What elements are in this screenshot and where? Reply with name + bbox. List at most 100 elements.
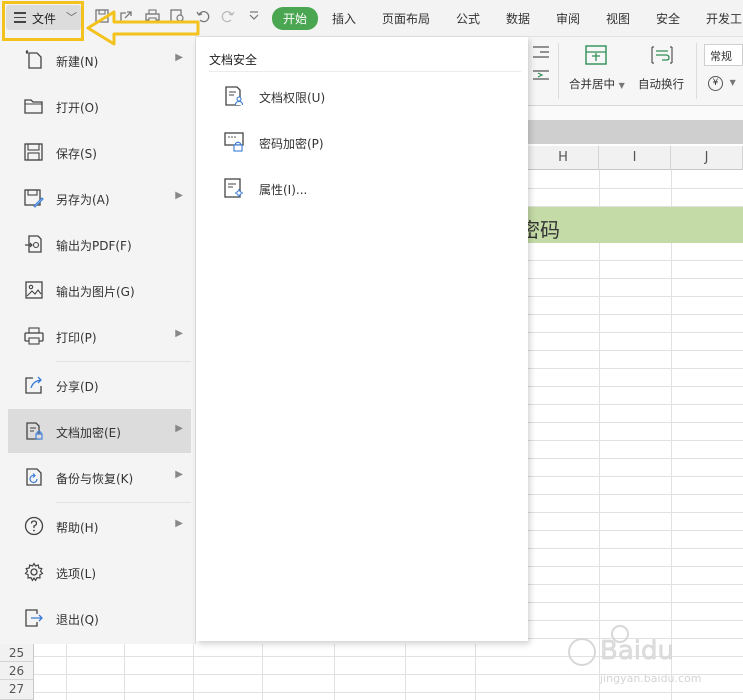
- menu-item-export-pdf[interactable]: 输出为PDF(F): [8, 222, 191, 266]
- printer-icon: [24, 326, 44, 346]
- align-icon[interactable]: [532, 45, 550, 62]
- grid-column-line: [262, 644, 263, 700]
- save-as-icon: [24, 188, 44, 208]
- grid-row-line: [528, 602, 743, 603]
- grid-column-line: [124, 644, 125, 700]
- tab-developer[interactable]: 开发工: [706, 10, 742, 27]
- currency-icon: ¥: [708, 76, 723, 91]
- grid-row-line: [528, 548, 743, 549]
- backup-icon: [24, 467, 44, 487]
- currency-button[interactable]: ¥ ▼: [708, 74, 736, 91]
- submenu-item-label: 密码加密(P): [259, 137, 324, 151]
- pdf-export-icon: [24, 234, 44, 254]
- grid-column-line: [475, 644, 476, 700]
- grid-row-line: [528, 530, 743, 531]
- menu-item-open[interactable]: 打开(O): [8, 84, 191, 128]
- grid-row-line: [528, 188, 743, 189]
- ribbon-separator: [696, 43, 697, 99]
- grid-row-line: [528, 386, 743, 387]
- grid-row-line: [528, 278, 743, 279]
- highlighted-row[interactable]: [528, 207, 743, 243]
- column-header-j[interactable]: J: [671, 146, 743, 170]
- file-menu-panel: 新建(N) ▶ 打开(O) 保存(S) 另存为(A) ▶ 输出为PDF(F) 输…: [0, 36, 196, 644]
- grid-row-line: [528, 332, 743, 333]
- hamburger-icon: [14, 12, 26, 23]
- menu-item-label: 输出为图片(G): [56, 285, 135, 299]
- wrap-text-button[interactable]: 自动换行: [638, 76, 684, 92]
- row-header-27[interactable]: 27: [0, 680, 34, 700]
- customize-quick-access-icon[interactable]: [246, 9, 262, 25]
- file-menu-label: 文件: [32, 12, 57, 26]
- svg-text:jingyan.baidu.com: jingyan.baidu.com: [599, 672, 702, 685]
- share-icon: [24, 375, 44, 395]
- menu-item-label: 输出为PDF(F): [56, 239, 132, 253]
- grid-row-line: [34, 692, 743, 693]
- image-export-icon: [24, 280, 44, 300]
- grid-column-line: [405, 644, 406, 700]
- number-format-select[interactable]: 常规: [704, 44, 743, 66]
- menu-item-options[interactable]: 选项(L): [8, 550, 191, 594]
- tab-insert[interactable]: 插入: [332, 10, 356, 27]
- sheet-header-strip: [528, 120, 743, 144]
- menu-item-export-image[interactable]: 输出为图片(G): [8, 268, 191, 312]
- column-header-h[interactable]: H: [528, 146, 599, 170]
- submenu-item-password-encryption[interactable]: 密码加密(P): [220, 126, 510, 160]
- svg-text:Baidu: Baidu: [600, 636, 674, 666]
- tab-security[interactable]: 安全: [656, 10, 680, 27]
- menu-item-document-encryption[interactable]: 文档加密(E) ▶: [8, 409, 191, 453]
- chevron-right-icon: ▶: [175, 469, 183, 480]
- file-menu-button[interactable]: 文件 ﹀: [6, 5, 81, 30]
- tab-data[interactable]: 数据: [506, 10, 530, 27]
- submenu-item-document-permission[interactable]: 文档权限(U): [220, 80, 510, 114]
- formula-bar[interactable]: [528, 106, 743, 121]
- submenu-item-label: 属性(I)...: [259, 183, 308, 197]
- document-security-submenu: 文档安全 文档权限(U) 密码加密(P) 属性(I)...: [196, 37, 528, 641]
- save-icon: [24, 142, 44, 162]
- menu-item-print[interactable]: 打印(P) ▶: [8, 314, 191, 358]
- menu-item-exit[interactable]: 退出(Q): [8, 596, 191, 640]
- password-lock-icon: [223, 131, 245, 153]
- wrap-text-icon[interactable]: [650, 45, 674, 68]
- submenu-divider: [209, 71, 521, 72]
- row-header-25[interactable]: 25: [0, 644, 34, 662]
- indent-icon[interactable]: [532, 69, 550, 84]
- merge-center-label: 合并居中: [569, 77, 615, 91]
- menu-item-save-as[interactable]: 另存为(A) ▶: [8, 176, 191, 220]
- grid-row-line: [528, 260, 743, 261]
- submenu-item-label: 文档权限(U): [259, 91, 326, 105]
- menu-item-label: 打开(O): [56, 101, 99, 115]
- menu-item-label: 文档加密(E): [56, 426, 121, 440]
- row-header-26[interactable]: 26: [0, 662, 34, 680]
- tab-review[interactable]: 审阅: [556, 10, 580, 27]
- menu-item-label: 帮助(H): [56, 521, 99, 535]
- tab-page-layout[interactable]: 页面布局: [382, 10, 430, 27]
- chevron-down-icon: ﹀: [66, 11, 77, 24]
- tab-view[interactable]: 视图: [606, 10, 630, 27]
- grid-row-line: [528, 440, 743, 441]
- chevron-right-icon: ▶: [175, 423, 183, 434]
- menu-item-label: 分享(D): [56, 380, 99, 394]
- baidu-watermark: Baidu jingyan.baidu.com: [568, 625, 702, 685]
- new-file-icon: [24, 50, 44, 70]
- merge-center-icon[interactable]: [585, 45, 607, 68]
- merge-center-button[interactable]: 合并居中 ▼: [569, 76, 625, 92]
- menu-item-share[interactable]: 分享(D): [8, 363, 191, 407]
- menu-divider: [56, 502, 191, 503]
- submenu-item-properties[interactable]: 属性(I)...: [220, 172, 510, 206]
- menu-item-help[interactable]: 帮助(H) ▶: [8, 504, 191, 548]
- tab-formula[interactable]: 公式: [456, 10, 480, 27]
- grid-row-line: [528, 494, 743, 495]
- menu-item-backup-restore[interactable]: 备份与恢复(K) ▶: [8, 455, 191, 499]
- pointer-arrow-icon: [86, 10, 200, 46]
- grid-row-line: [528, 476, 743, 477]
- grid-row-line: [528, 458, 743, 459]
- tab-start[interactable]: 开始: [272, 7, 319, 30]
- menu-item-save[interactable]: 保存(S): [8, 130, 191, 174]
- chevron-right-icon: ▶: [175, 518, 183, 529]
- redo-icon[interactable]: [220, 9, 236, 25]
- grid-row-line: [528, 296, 743, 297]
- chevron-right-icon: ▶: [175, 190, 183, 201]
- column-header-i[interactable]: I: [599, 146, 671, 170]
- grid-column-line: [334, 644, 335, 700]
- caret-down-icon: ▼: [729, 78, 736, 87]
